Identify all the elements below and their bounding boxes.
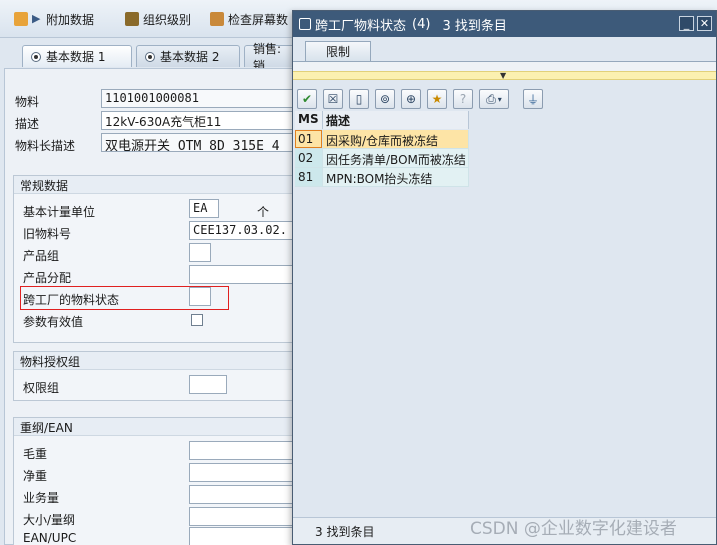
settings-button[interactable]: ⏚ bbox=[523, 89, 543, 109]
old-material-field[interactable]: CEE137.03.02. bbox=[189, 221, 299, 240]
chevron-down-icon: ▾ bbox=[497, 94, 502, 104]
gross-weight-label: 毛重 bbox=[23, 447, 48, 461]
table-row[interactable]: 02 因任务清单/BOM而被冻结 bbox=[295, 149, 469, 168]
table-row[interactable]: 01 因采购/仓库而被冻结 bbox=[295, 130, 469, 149]
product-allocation-label: 产品分配 bbox=[23, 271, 72, 285]
tab-basic-data-1[interactable]: 基本数据 1 bbox=[22, 45, 132, 67]
check-screen-button[interactable]: 检查屏幕数 bbox=[210, 10, 288, 28]
gross-weight-field[interactable] bbox=[189, 441, 299, 460]
description-label: 描述 bbox=[15, 117, 40, 131]
tab-label: 基本数据 1 bbox=[46, 50, 106, 64]
material-field[interactable]: 1101001000081 bbox=[101, 89, 301, 108]
watermark: CSDN @企业数字化建设者 bbox=[470, 519, 677, 539]
weights-group-title: 重纲/EAN bbox=[14, 418, 302, 436]
volume-field[interactable] bbox=[189, 485, 299, 504]
restrictions-label: 限制 bbox=[325, 45, 350, 59]
base-uom-label: 基本计量单位 bbox=[23, 205, 96, 219]
status-text: 3 找到条目 bbox=[315, 525, 375, 539]
status-desc-cell[interactable]: 因采购/仓库而被冻结 bbox=[323, 130, 469, 149]
copy-icon bbox=[14, 12, 28, 26]
restrictions-bar bbox=[293, 61, 716, 71]
check-screen-label: 检查屏幕数 bbox=[228, 12, 289, 27]
volume-label: 业务量 bbox=[23, 491, 60, 505]
tab-radio-icon bbox=[145, 51, 155, 62]
status-desc-cell[interactable]: MPN:BOM抬头冻结 bbox=[323, 168, 469, 187]
cancel-icon: ☒ bbox=[327, 92, 339, 106]
find-button[interactable]: ⊚ bbox=[375, 89, 395, 109]
net-weight-field[interactable] bbox=[189, 463, 299, 482]
tab-restrictions[interactable]: 限制 bbox=[305, 41, 371, 61]
grid-header: MS 描述 bbox=[295, 111, 469, 129]
param-valid-label: 参数有效值 bbox=[23, 315, 84, 329]
cancel-button[interactable]: ☒ bbox=[323, 89, 343, 109]
long-description-label: 物料长描述 bbox=[15, 139, 76, 153]
ean-label: EAN/UPC bbox=[23, 531, 77, 545]
status-code-cell[interactable]: 81 bbox=[295, 168, 323, 187]
product-allocation-field[interactable] bbox=[189, 265, 299, 284]
result-grid: MS 描述 01 因采购/仓库而被冻结 02 因任务清单/BOM而被冻结 81 … bbox=[293, 111, 716, 511]
dialog-found-count: 3 找到条目 bbox=[442, 18, 507, 34]
long-description-field[interactable]: 双电源开关 OTM 8D 315E 4 bbox=[101, 133, 301, 152]
cross-plant-status-field[interactable] bbox=[189, 287, 211, 306]
cross-plant-status-label: 跨工厂的物料状态 bbox=[23, 293, 120, 307]
favorites-button[interactable]: ★ bbox=[427, 89, 447, 109]
arrow-right-icon: ▶ bbox=[32, 12, 41, 25]
dialog-icon bbox=[299, 18, 311, 30]
cross-plant-status-dialog: 跨工厂物料状态 (4) 3 找到条目 _ ✕ 限制 ▼ ✔ ☒ ▯ ⊚ ⊕ ★ … bbox=[292, 10, 717, 545]
auth-group-title: 物料授权组 bbox=[14, 352, 302, 370]
dialog-title: 跨工厂物料状态 bbox=[315, 18, 407, 34]
col-header-description[interactable]: 描述 bbox=[323, 111, 469, 129]
tab-radio-icon bbox=[31, 51, 41, 62]
new-button[interactable]: ▯ bbox=[349, 89, 369, 109]
org-levels-button[interactable]: 组织级别 bbox=[125, 10, 191, 28]
description-field[interactable]: 12kV-630A充气柜11 bbox=[101, 111, 301, 130]
product-group-label: 产品组 bbox=[23, 249, 60, 263]
size-label: 大小/量纲 bbox=[23, 513, 76, 527]
binoculars-plus-icon: ⊕ bbox=[405, 92, 417, 106]
pin-icon: ⏚ bbox=[526, 92, 539, 107]
dialog-toolbar: ✔ ☒ ▯ ⊚ ⊕ ★ ? ⎙ ▾ ⏚ bbox=[293, 83, 716, 113]
tab-label: 基本数据 2 bbox=[160, 50, 220, 64]
find-next-button[interactable]: ⊕ bbox=[401, 89, 421, 109]
check-screen-icon bbox=[210, 12, 224, 26]
col-header-ms[interactable]: MS bbox=[295, 111, 323, 129]
dialog-count: (4) bbox=[412, 16, 431, 32]
product-group-field[interactable] bbox=[189, 243, 211, 262]
general-data-title: 常规数据 bbox=[14, 176, 302, 194]
star-icon: ★ bbox=[431, 92, 443, 106]
auth-group-field[interactable] bbox=[189, 375, 227, 394]
size-field[interactable] bbox=[189, 507, 299, 526]
additional-data-label: 附加数据 bbox=[46, 12, 95, 27]
info-button[interactable]: ? bbox=[453, 89, 473, 109]
additional-data-button[interactable]: ▶ 附加数据 bbox=[14, 10, 94, 28]
net-weight-label: 净重 bbox=[23, 469, 48, 483]
status-code-cell[interactable]: 02 bbox=[295, 149, 323, 168]
ean-field[interactable] bbox=[189, 527, 299, 545]
minimize-button[interactable]: _ bbox=[679, 16, 694, 31]
dialog-titlebar: 跨工厂物料状态 (4) 3 找到条目 _ ✕ bbox=[293, 11, 716, 37]
material-label: 物料 bbox=[15, 95, 40, 109]
hierarchy-icon bbox=[125, 12, 139, 26]
old-material-label: 旧物料号 bbox=[23, 227, 72, 241]
auth-group-label: 权限组 bbox=[23, 381, 60, 395]
binoculars-icon: ⊚ bbox=[379, 92, 391, 106]
check-icon: ✔ bbox=[301, 92, 313, 106]
info-icon: ? bbox=[459, 92, 467, 106]
status-desc-cell[interactable]: 因任务清单/BOM而被冻结 bbox=[323, 149, 469, 168]
table-row[interactable]: 81 MPN:BOM抬头冻结 bbox=[295, 168, 469, 187]
confirm-button[interactable]: ✔ bbox=[297, 89, 317, 109]
printer-icon: ⎙ bbox=[486, 91, 496, 106]
tab-basic-data-2[interactable]: 基本数据 2 bbox=[136, 45, 240, 67]
org-levels-label: 组织级别 bbox=[143, 12, 192, 27]
collapse-triangle-icon[interactable]: ▼ bbox=[500, 71, 506, 80]
param-valid-checkbox[interactable] bbox=[191, 314, 203, 326]
base-uom-field[interactable]: EA bbox=[189, 199, 219, 218]
base-uom-text: 个 bbox=[257, 205, 270, 219]
new-document-icon: ▯ bbox=[355, 92, 363, 106]
close-button[interactable]: ✕ bbox=[697, 16, 712, 31]
status-code-cell[interactable]: 01 bbox=[295, 130, 323, 149]
print-button[interactable]: ⎙ ▾ bbox=[479, 89, 509, 109]
